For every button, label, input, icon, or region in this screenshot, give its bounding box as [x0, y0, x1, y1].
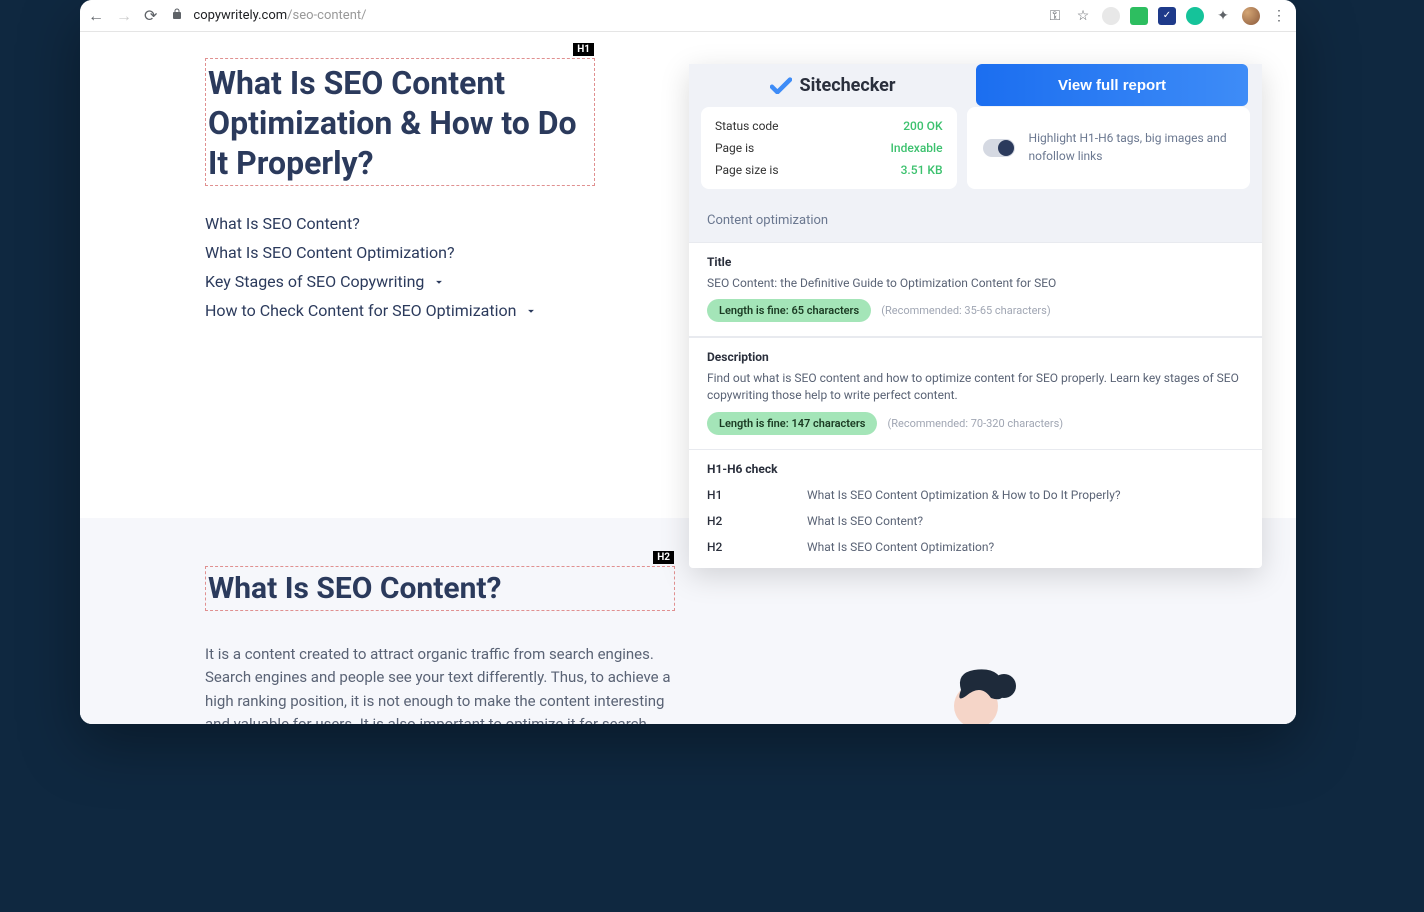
- h1-highlight-box: H1 What Is SEO Content Optimization & Ho…: [205, 58, 595, 186]
- title-recommendation: (Recommended: 35-65 characters): [881, 304, 1050, 317]
- forward-icon[interactable]: →: [116, 6, 132, 26]
- toggle-label: Highlight H1-H6 tags, big images and nof…: [1029, 130, 1234, 165]
- chevron-down-icon: [524, 304, 538, 318]
- status-row-code: Status code 200 OK: [715, 119, 943, 133]
- title-length-pill: Length is fine: 65 characters: [707, 299, 871, 322]
- h2-container: H2 What Is SEO Content?: [205, 566, 675, 611]
- lock-icon: [171, 8, 183, 23]
- toolbar-icons: ⚿ ☆ ✓ ✦ ⋮: [1046, 7, 1288, 25]
- description-length-pill: Length is fine: 147 characters: [707, 412, 877, 435]
- status-value: 200 OK: [903, 119, 942, 133]
- status-label: Page size is: [715, 163, 779, 177]
- content-optimization-heading: Content optimization: [689, 199, 1262, 242]
- heading-row-h2-1: H2What Is SEO Content Optimization?: [707, 534, 1244, 560]
- evernote-icon[interactable]: [1130, 7, 1148, 25]
- h1-badge: H1: [573, 43, 594, 56]
- panel-brand: Sitechecker: [703, 75, 962, 96]
- description-recommendation: (Recommended: 70-320 characters): [887, 417, 1063, 430]
- heading-row-h2-0: H2What Is SEO Content?: [707, 508, 1244, 534]
- h2-badge: H2: [653, 551, 674, 564]
- brand-name: Sitechecker: [800, 75, 896, 96]
- sitechecker-panel: Sitechecker View full report Status code…: [689, 64, 1262, 568]
- toc-label: How to Check Content for SEO Optimizatio…: [205, 301, 516, 320]
- sitechecker-ext-icon[interactable]: ✓: [1158, 7, 1176, 25]
- status-value: Indexable: [891, 141, 943, 155]
- star-icon[interactable]: ☆: [1074, 7, 1092, 25]
- heading-text: What Is SEO Content Optimization & How t…: [807, 488, 1121, 502]
- view-full-report-button[interactable]: View full report: [976, 64, 1248, 106]
- heading-tag: H1: [707, 488, 807, 502]
- highlight-toggle[interactable]: [983, 139, 1015, 157]
- table-of-contents: What Is SEO Content? What Is SEO Content…: [205, 214, 538, 320]
- toc-label: What Is SEO Content?: [205, 214, 360, 233]
- section-heading: What Is SEO Content?: [208, 571, 672, 606]
- url-host: copywritely.com: [193, 8, 287, 23]
- section-paragraph: It is a content created to attract organ…: [205, 643, 680, 724]
- status-value: 3.51 KB: [901, 163, 943, 177]
- heading-check-section: H1-H6 check H1What Is SEO Content Optimi…: [689, 450, 1262, 568]
- extensions-icon[interactable]: ✦: [1214, 7, 1232, 25]
- summary-cards: Status code 200 OK Page is Indexable Page …: [689, 107, 1262, 199]
- heading-text: What Is SEO Content?: [807, 514, 923, 528]
- toc-item-3[interactable]: How to Check Content for SEO Optimizatio…: [205, 301, 538, 320]
- page-title: What Is SEO Content Optimization & How t…: [208, 63, 592, 183]
- address-bar: ← → ⟳ copywritely.com/seo-content/ ⚿ ☆ ✓…: [80, 0, 1296, 32]
- title-text: SEO Content: the Definitive Guide to Opt…: [707, 275, 1244, 292]
- toc-item-2[interactable]: Key Stages of SEO Copywriting: [205, 272, 538, 291]
- person-illustration: [886, 648, 1066, 724]
- reload-icon[interactable]: ⟳: [144, 6, 157, 25]
- description-check-section: Description Find out what is SEO content…: [689, 337, 1262, 450]
- title-check-section: Title SEO Content: the Definitive Guide …: [689, 242, 1262, 338]
- page-content: H1 What Is SEO Content Optimization & Ho…: [80, 32, 1296, 724]
- heading-row-h1: H1What Is SEO Content Optimization & How…: [707, 482, 1244, 508]
- profile-avatar[interactable]: [1242, 7, 1260, 25]
- browser-window: ← → ⟳ copywritely.com/seo-content/ ⚿ ☆ ✓…: [80, 0, 1296, 724]
- url-display[interactable]: copywritely.com/seo-content/: [193, 8, 1036, 23]
- status-row-index: Page is Indexable: [715, 141, 943, 155]
- h1-container: H1 What Is SEO Content Optimization & Ho…: [205, 58, 595, 186]
- ext-icon-1[interactable]: [1102, 7, 1120, 25]
- status-row-size: Page size is 3.51 KB: [715, 163, 943, 177]
- menu-dots-icon[interactable]: ⋮: [1270, 7, 1288, 25]
- h2-highlight-box: H2 What Is SEO Content?: [205, 566, 675, 611]
- status-label: Page is: [715, 141, 754, 155]
- sitechecker-logo-icon: [770, 76, 792, 94]
- key-icon[interactable]: ⚿: [1046, 7, 1064, 25]
- url-path: /seo-content/: [287, 8, 366, 23]
- status-label: Status code: [715, 119, 779, 133]
- heading-check-label: H1-H6 check: [707, 462, 1244, 476]
- chevron-down-icon: [432, 275, 446, 289]
- toc-item-1[interactable]: What Is SEO Content Optimization?: [205, 243, 538, 262]
- description-label: Description: [707, 350, 1244, 364]
- toc-item-0[interactable]: What Is SEO Content?: [205, 214, 538, 233]
- panel-header: Sitechecker View full report: [689, 64, 1262, 107]
- heading-tag: H2: [707, 540, 807, 554]
- heading-tag: H2: [707, 514, 807, 528]
- toc-label: What Is SEO Content Optimization?: [205, 243, 455, 262]
- grammarly-icon[interactable]: [1186, 7, 1204, 25]
- status-card: Status code 200 OK Page is Indexable Page …: [701, 107, 957, 189]
- toc-label: Key Stages of SEO Copywriting: [205, 272, 424, 291]
- title-label: Title: [707, 255, 1244, 269]
- toggle-card: Highlight H1-H6 tags, big images and nof…: [967, 107, 1250, 189]
- back-icon[interactable]: ←: [88, 6, 104, 26]
- description-text: Find out what is SEO content and how to …: [707, 370, 1244, 404]
- heading-text: What Is SEO Content Optimization?: [807, 540, 994, 554]
